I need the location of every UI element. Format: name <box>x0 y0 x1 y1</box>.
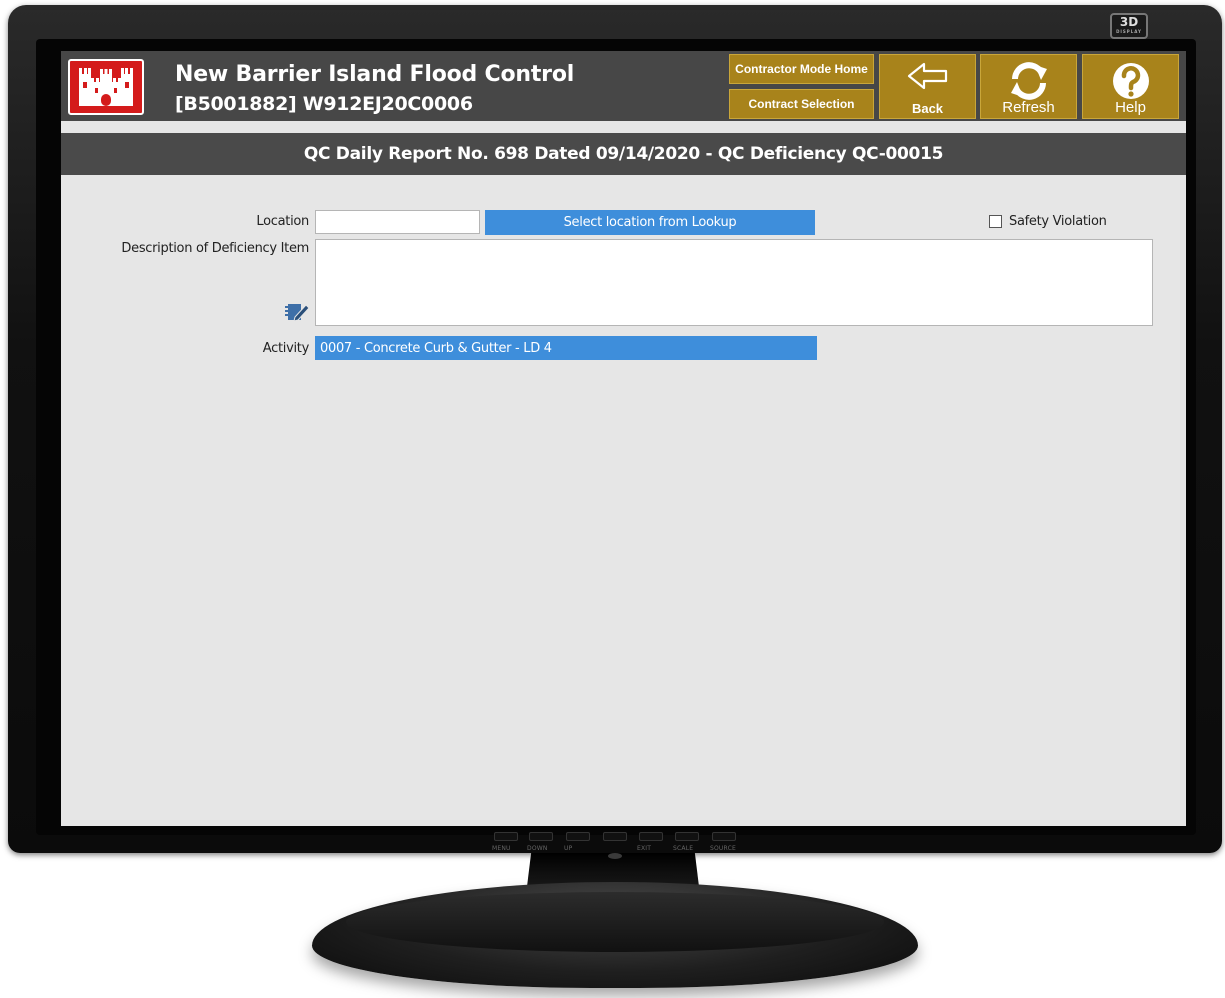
location-input[interactable] <box>315 210 480 234</box>
safety-violation-label: Safety Violation <box>1009 214 1107 229</box>
badge-subtext: DISPLAY <box>1116 29 1142 34</box>
edit-notes-icon[interactable] <box>284 301 310 323</box>
monitor-button-menu[interactable]: MENU <box>492 832 520 852</box>
3d-display-badge: 3D DISPLAY <box>1110 13 1148 39</box>
contractor-mode-home-button[interactable]: Contractor Mode Home <box>729 54 874 84</box>
select-location-lookup-button[interactable]: Select location from Lookup <box>485 210 815 235</box>
monitor-button-exit[interactable]: EXIT <box>637 832 665 852</box>
page-title: QC Daily Report No. 698 Dated 09/14/2020… <box>61 133 1186 175</box>
refresh-icon <box>981 61 1076 104</box>
contract-selection-button[interactable]: Contract Selection <box>729 89 874 119</box>
activity-select[interactable]: 0007 - Concrete Curb & Gutter - LD 4 <box>315 336 817 360</box>
app-screen: New Barrier Island Flood Control [B50018… <box>61 51 1186 826</box>
description-textarea[interactable] <box>315 239 1153 326</box>
activity-label: Activity <box>262 341 310 356</box>
location-label: Location <box>256 214 309 229</box>
monitor-button-up[interactable]: UP <box>564 832 592 852</box>
contract-number: [B5001882] W912EJ20C0006 <box>175 93 473 115</box>
castle-logo-icon <box>68 59 144 115</box>
power-button[interactable] <box>608 853 622 859</box>
back-arrow-icon <box>880 61 975 94</box>
project-title: New Barrier Island Flood Control <box>175 62 575 87</box>
monitor-button-down[interactable]: DOWN <box>527 832 555 852</box>
monitor-stand-top <box>346 892 884 952</box>
monitor-button-blank[interactable] <box>601 832 629 841</box>
refresh-button[interactable]: Refresh <box>980 54 1077 119</box>
monitor-button-scale[interactable]: SCALE <box>673 832 701 852</box>
badge-text: 3D <box>1119 15 1139 29</box>
monitor-button-source[interactable]: SOURCE <box>710 832 738 852</box>
safety-violation-checkbox[interactable] <box>989 215 1002 228</box>
description-label: Description of Deficiency Item <box>121 241 309 256</box>
help-button[interactable]: Help <box>1082 54 1179 119</box>
app-header: New Barrier Island Flood Control [B50018… <box>61 51 1186 121</box>
refresh-label: Refresh <box>1002 99 1055 116</box>
help-question-icon <box>1083 61 1178 104</box>
back-label: Back <box>911 101 944 116</box>
help-label: Help <box>1115 99 1146 116</box>
back-button[interactable]: Back <box>879 54 976 119</box>
